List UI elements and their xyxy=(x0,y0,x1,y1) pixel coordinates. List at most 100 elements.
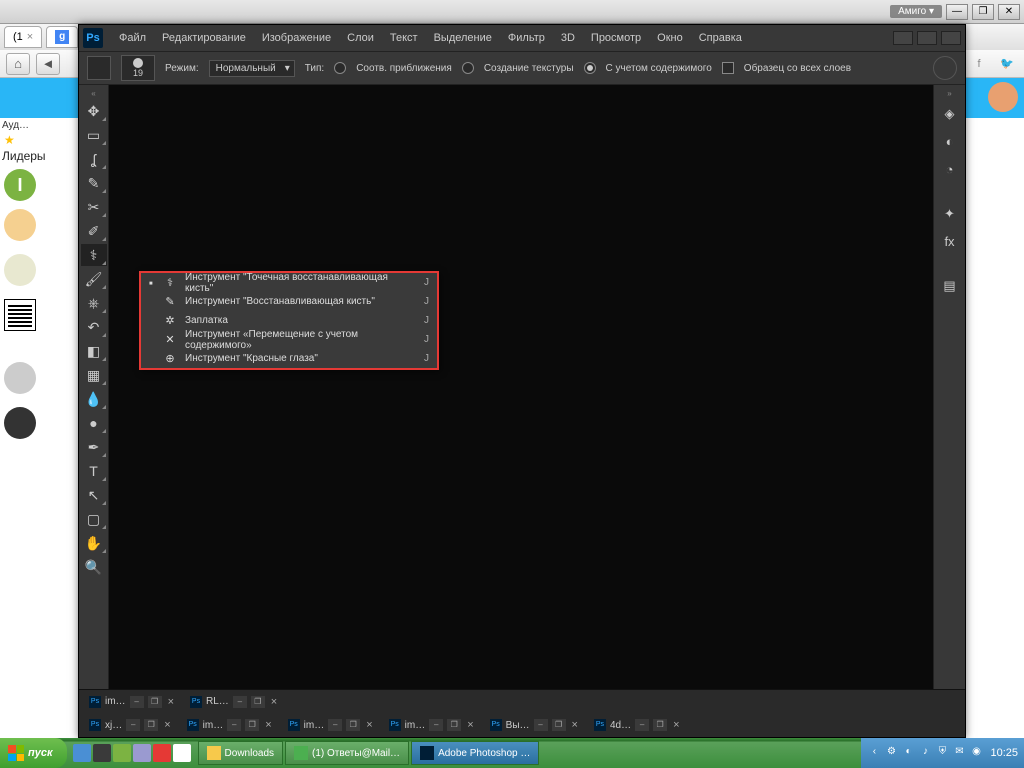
menu-select[interactable]: Выделение xyxy=(426,25,500,51)
healing-brush-tool[interactable]: ⚕ xyxy=(81,244,107,266)
eraser-tool[interactable]: ◧ xyxy=(81,340,107,362)
document-tab[interactable]: Psim…–❐× xyxy=(181,715,280,735)
tray-icon[interactable]: ‹ xyxy=(867,746,881,760)
flyout-item-content-aware-move[interactable]: ✕ Инструмент «Перемещение с учетом содер… xyxy=(141,330,437,349)
move-tool[interactable]: ✥ xyxy=(81,100,107,122)
radio-content-aware[interactable] xyxy=(584,62,596,74)
flyout-item-patch[interactable]: ✲ Заплатка J xyxy=(141,311,437,330)
lasso-tool[interactable]: ʆ xyxy=(81,148,107,170)
taskbar-clock[interactable]: 10:25 xyxy=(986,747,1018,759)
brush-size-picker[interactable]: 19 xyxy=(121,55,155,81)
mode-select[interactable]: Нормальный xyxy=(209,60,295,77)
channels-panel-icon[interactable]: ◐ xyxy=(937,130,963,154)
eyedropper-tool[interactable]: ✐ xyxy=(81,220,107,242)
gradient-tool[interactable]: ▦ xyxy=(81,364,107,386)
pressure-icon[interactable] xyxy=(933,56,957,80)
shape-tool[interactable]: ▢ xyxy=(81,508,107,530)
radio-texture[interactable] xyxy=(462,62,474,74)
stamp-tool[interactable]: ⎈ xyxy=(81,292,107,314)
panel-collapse-icon[interactable]: » xyxy=(934,89,965,99)
sample-all-checkbox[interactable] xyxy=(722,62,734,74)
brush-tool[interactable]: 🖌 xyxy=(81,268,107,290)
maximize-button[interactable]: ❐ xyxy=(972,4,994,20)
avatar[interactable]: I xyxy=(4,169,36,201)
menu-layers[interactable]: Слои xyxy=(339,25,382,51)
document-tab[interactable]: Psxj…–❐× xyxy=(83,715,179,735)
start-button[interactable]: пуск xyxy=(0,738,67,768)
doc-restore-icon[interactable]: ❐ xyxy=(148,696,162,708)
back-button[interactable]: ◄ xyxy=(36,53,60,75)
ps-close-button[interactable] xyxy=(941,31,961,45)
minimize-button[interactable]: — xyxy=(946,4,968,20)
doc-min-icon[interactable]: – xyxy=(233,696,247,708)
layers-panel-icon[interactable]: ◈ xyxy=(937,102,963,126)
tray-icon[interactable]: ◉ xyxy=(969,746,983,760)
document-tab[interactable]: Psim…–❐× xyxy=(282,715,381,735)
ps-minimize-button[interactable] xyxy=(893,31,913,45)
tray-icon[interactable]: ⛨ xyxy=(935,746,949,760)
type-tool[interactable]: T xyxy=(81,460,107,482)
menu-filter[interactable]: Фильтр xyxy=(500,25,553,51)
ql-icon[interactable] xyxy=(173,744,191,762)
facebook-icon[interactable]: f xyxy=(968,53,990,75)
twitter-icon[interactable]: 🐦 xyxy=(996,53,1018,75)
browser-tab[interactable]: g xyxy=(46,26,78,48)
document-tab[interactable]: Psim…–❐× xyxy=(383,715,482,735)
close-button[interactable]: ✕ xyxy=(998,4,1020,20)
avatar-qr[interactable] xyxy=(4,299,36,331)
browser-brand[interactable]: Амиго ▾ xyxy=(890,5,942,18)
menu-text[interactable]: Текст xyxy=(382,25,426,51)
taskbar-item-photoshop[interactable]: Adobe Photoshop … xyxy=(411,741,539,765)
menu-file[interactable]: Файл xyxy=(111,25,154,51)
avatar[interactable] xyxy=(4,407,36,439)
paths-panel-icon[interactable]: ◔ xyxy=(937,158,963,182)
menu-edit[interactable]: Редактирование xyxy=(154,25,254,51)
toolbar-collapse-icon[interactable]: « xyxy=(79,89,108,99)
current-tool-icon[interactable] xyxy=(87,56,111,80)
menu-view[interactable]: Просмотр xyxy=(583,25,649,51)
flyout-item-spot-healing[interactable]: ⚕ Инструмент "Точечная восстанавливающая… xyxy=(141,273,437,292)
tray-icon[interactable]: ⚙ xyxy=(884,746,898,760)
history-panel-icon[interactable]: ▤ xyxy=(937,274,963,298)
document-tab[interactable]: Ps4d…–❐× xyxy=(588,715,688,735)
document-tab[interactable]: PsВы…–❐× xyxy=(484,715,586,735)
quick-select-tool[interactable]: ✎ xyxy=(81,172,107,194)
zoom-tool[interactable]: 🔍 xyxy=(81,556,107,578)
doc-close-icon[interactable]: × xyxy=(269,696,279,708)
ql-icon[interactable] xyxy=(93,744,111,762)
path-select-tool[interactable]: ↖ xyxy=(81,484,107,506)
avatar[interactable] xyxy=(4,209,36,241)
crop-tool[interactable]: ✂ xyxy=(81,196,107,218)
taskbar-item-mail[interactable]: (1) Ответы@Mail… xyxy=(285,741,409,765)
browser-tab[interactable]: (1 × xyxy=(4,26,42,48)
document-tab[interactable]: Ps RL… – ❐ × xyxy=(184,692,285,712)
hand-tool[interactable]: ✋ xyxy=(81,532,107,554)
menu-image[interactable]: Изображение xyxy=(254,25,339,51)
marquee-tool[interactable]: ▭ xyxy=(81,124,107,146)
menu-window[interactable]: Окно xyxy=(649,25,691,51)
doc-close-icon[interactable]: × xyxy=(166,696,176,708)
tray-icon[interactable]: ✉ xyxy=(952,746,966,760)
home-button[interactable]: ⌂ xyxy=(6,53,30,75)
ql-browser-icon[interactable] xyxy=(73,744,91,762)
ql-opera-icon[interactable] xyxy=(153,744,171,762)
tray-icon[interactable]: ◐ xyxy=(901,746,915,760)
dodge-tool[interactable]: ● xyxy=(81,412,107,434)
ps-maximize-button[interactable] xyxy=(917,31,937,45)
menu-3d[interactable]: 3D xyxy=(553,25,583,51)
blur-tool[interactable]: 💧 xyxy=(81,388,107,410)
menu-help[interactable]: Справка xyxy=(691,25,750,51)
user-avatar[interactable] xyxy=(988,82,1018,112)
document-tab[interactable]: Ps im… – ❐ × xyxy=(83,692,182,712)
doc-min-icon[interactable]: – xyxy=(130,696,144,708)
avatar[interactable] xyxy=(4,254,36,286)
doc-restore-icon[interactable]: ❐ xyxy=(251,696,265,708)
taskbar-item-downloads[interactable]: Downloads xyxy=(198,741,283,765)
flyout-item-red-eye[interactable]: ⊕ Инструмент "Красные глаза" J xyxy=(141,349,437,368)
flyout-item-healing[interactable]: ✎ Инструмент "Восстанавливающая кисть" J xyxy=(141,292,437,311)
pen-tool[interactable]: ✒ xyxy=(81,436,107,458)
tab-close-icon[interactable]: × xyxy=(27,31,33,43)
styles-panel-icon[interactable]: fx xyxy=(937,230,963,254)
tray-icon[interactable]: ♪ xyxy=(918,746,932,760)
ql-icon[interactable] xyxy=(113,744,131,762)
